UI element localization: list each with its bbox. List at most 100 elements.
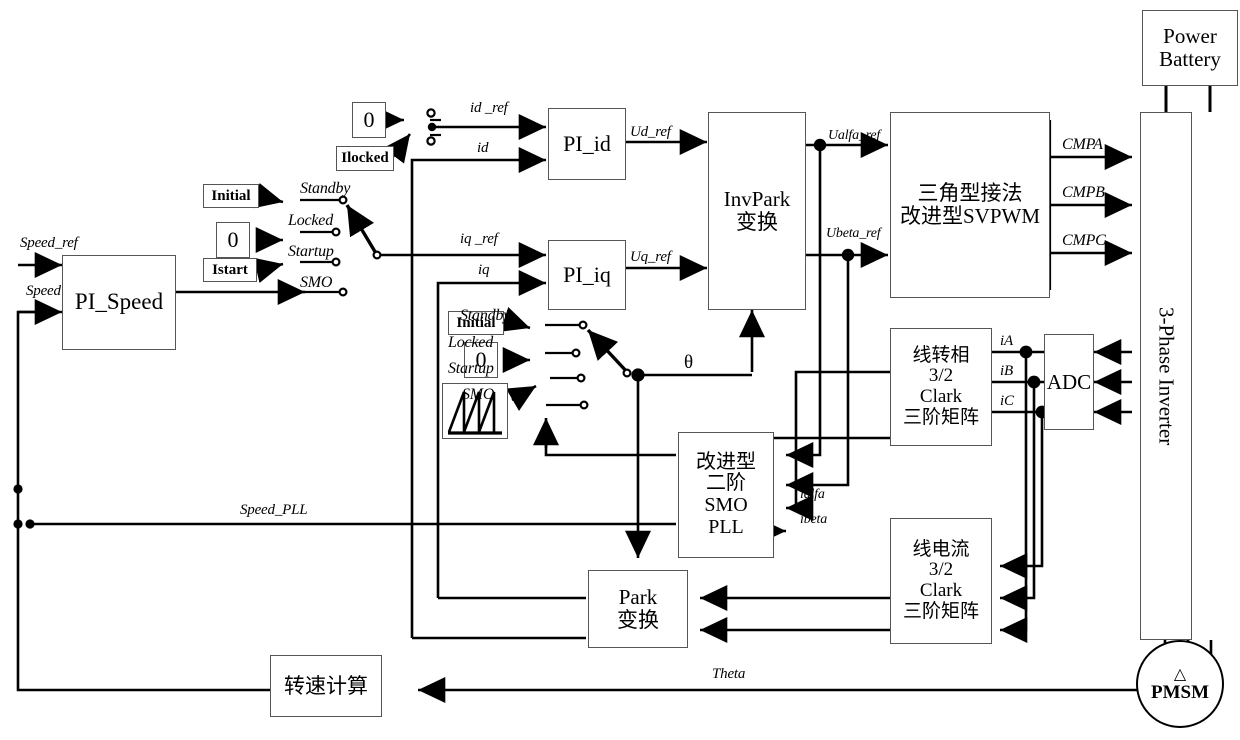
- label-ubeta-ref: Ubeta_ref: [826, 226, 881, 241]
- const-box-istart[interactable]: Istart: [203, 258, 257, 282]
- const-ilocked-label: Ilocked: [341, 150, 389, 166]
- block-clark-phase-label-1: 线转相: [912, 344, 970, 366]
- block-clark-current-label-3: Clark: [919, 580, 963, 601]
- switch-blade-theta: [586, 328, 630, 375]
- label-switch-theta-locked: Locked: [448, 334, 494, 351]
- wire-ilocked: [383, 133, 412, 164]
- block-clark-phase[interactable]: 线转相 3/2 Clark 三阶矩阵: [890, 328, 992, 446]
- block-svpwm-label-2: 改进型SVPWM: [899, 204, 1041, 228]
- terminal-standby-theta: [578, 320, 588, 330]
- label-uq-ref: Uq_ref: [630, 249, 671, 265]
- block-smo-pll[interactable]: 改进型 二阶 SMO PLL: [678, 432, 774, 558]
- block-inverter[interactable]: 3-Phase Inverter: [1140, 112, 1192, 640]
- junction-ubeta: [841, 248, 855, 262]
- label-speed-pll: Speed_PLL: [240, 502, 308, 518]
- terminal-startup-theta: [576, 373, 586, 383]
- label-ia: iA: [1000, 333, 1013, 349]
- const-istart-label: Istart: [212, 261, 248, 278]
- label-ud-ref: Ud_ref: [630, 124, 671, 140]
- block-pmsm[interactable]: △ PMSM: [1136, 640, 1224, 728]
- label-switch-theta-standby: Standby: [460, 307, 511, 324]
- label-theta-symbol: θ: [684, 352, 693, 373]
- block-smo-label-2: 二阶: [706, 472, 746, 495]
- label-theta-bottom: Theta: [712, 666, 746, 682]
- label-switch-iq-locked: Locked: [288, 212, 334, 229]
- const-initial-iq-label: Initial: [211, 187, 251, 204]
- block-pi-iq-label: PI_iq: [563, 262, 611, 288]
- block-pi-speed-label: PI_Speed: [74, 289, 164, 315]
- const-box-ilocked[interactable]: Ilocked: [336, 146, 394, 171]
- junction-bus-left-b: [25, 519, 35, 529]
- block-invpark[interactable]: InvPark 变换: [708, 112, 806, 310]
- label-switch-iq-smo: SMO: [300, 274, 333, 291]
- const-box-initial-iq[interactable]: Initial: [203, 184, 259, 208]
- block-park-label-1: Park: [618, 585, 658, 610]
- const-box-zero-id[interactable]: 0: [352, 102, 386, 138]
- label-ialfa: ialfa: [800, 487, 825, 502]
- block-adc[interactable]: ADC: [1044, 334, 1094, 430]
- block-clark-phase-label-3: Clark: [919, 386, 963, 407]
- block-pi-speed[interactable]: PI_Speed: [62, 255, 176, 350]
- junction-ib: [1027, 375, 1041, 389]
- junction-bus-left-a: [13, 519, 23, 529]
- junction-ualfa: [813, 138, 827, 152]
- wire-ramp: [505, 384, 537, 411]
- diagram-canvas: PI_Speed PI_id PI_iq InvPark 变换 三角型接法 改进…: [0, 0, 1240, 740]
- label-ualfa-ref: Ualfa_ref: [828, 128, 881, 143]
- label-iq: iq: [478, 262, 490, 278]
- block-clark-phase-label-4: 三阶矩阵: [902, 406, 979, 428]
- const-box-zero-iq[interactable]: 0: [216, 222, 250, 258]
- block-park[interactable]: Park 变换: [588, 570, 688, 648]
- label-speed-ref: Speed_ref: [20, 235, 78, 251]
- junction-theta: [631, 368, 645, 382]
- label-switch-iq-startup: Startup: [288, 243, 334, 260]
- label-cmpa: CMPA: [1062, 136, 1103, 153]
- block-speed-calc-label: 转速计算: [284, 673, 368, 698]
- block-invpark-label-2: 变换: [736, 210, 778, 234]
- wire-istart: [253, 257, 284, 284]
- block-battery-label-2: Battery: [1159, 47, 1221, 71]
- block-clark-current-label-4: 三阶矩阵: [902, 600, 979, 622]
- label-id: id: [477, 140, 489, 156]
- label-switch-iq-standby: Standby: [300, 180, 351, 197]
- block-pi-iq[interactable]: PI_iq: [548, 240, 626, 310]
- block-pi-id[interactable]: PI_id: [548, 108, 626, 180]
- terminal-pole-iq: [372, 250, 382, 260]
- block-svpwm[interactable]: 三角型接法 改进型SVPWM: [890, 112, 1050, 298]
- wire-initial-theta: [499, 307, 531, 332]
- block-inverter-label: 3-Phase Inverter: [1154, 306, 1179, 446]
- block-pi-id-label: PI_id: [563, 131, 611, 157]
- block-speed-calc[interactable]: 转速计算: [270, 655, 382, 717]
- const-zero-id-label: 0: [363, 107, 375, 132]
- block-smo-label-4: PLL: [708, 515, 744, 538]
- wire-smo-theta-out: [544, 430, 676, 457]
- wire-ic-to-clark-cur: [1000, 412, 1044, 579]
- junction-id-ref: [427, 122, 437, 132]
- block-adc-label: ADC: [1046, 369, 1092, 394]
- wire-speedcalc-out: [16, 524, 270, 692]
- block-clark-current[interactable]: 线电流 3/2 Clark 三阶矩阵: [890, 518, 992, 644]
- const-zero-iq-label: 0: [227, 227, 239, 252]
- label-ibeta: ibeta: [800, 512, 827, 527]
- block-clark-phase-label-2: 3/2: [928, 365, 954, 387]
- block-smo-label-1: 改进型: [696, 450, 756, 473]
- block-park-label-2: 变换: [617, 608, 659, 632]
- terminal-pole-theta: [622, 368, 632, 378]
- label-ib: iB: [1000, 363, 1013, 379]
- label-switch-theta-startup: Startup: [448, 360, 494, 377]
- terminal-id-ilocked: [426, 136, 436, 146]
- junction-ia: [1019, 345, 1033, 359]
- terminal-smo-iq: [338, 287, 348, 297]
- block-svpwm-label-1: 三角型接法: [917, 181, 1023, 206]
- terminal-id-zero: [426, 108, 436, 118]
- label-cmpc: CMPC: [1062, 232, 1106, 249]
- block-power-battery[interactable]: Power Battery: [1142, 10, 1238, 86]
- wire-initial-iq: [253, 182, 284, 209]
- label-iq-ref: iq _ref: [460, 231, 498, 247]
- terminal-locked-iq: [331, 227, 341, 237]
- block-clark-current-label-1: 线电流: [912, 538, 970, 560]
- terminal-locked-theta: [571, 348, 581, 358]
- label-ic: iC: [1000, 393, 1014, 409]
- junction-speed-left: [13, 484, 23, 494]
- pmsm-delta-icon: △: [1173, 665, 1187, 683]
